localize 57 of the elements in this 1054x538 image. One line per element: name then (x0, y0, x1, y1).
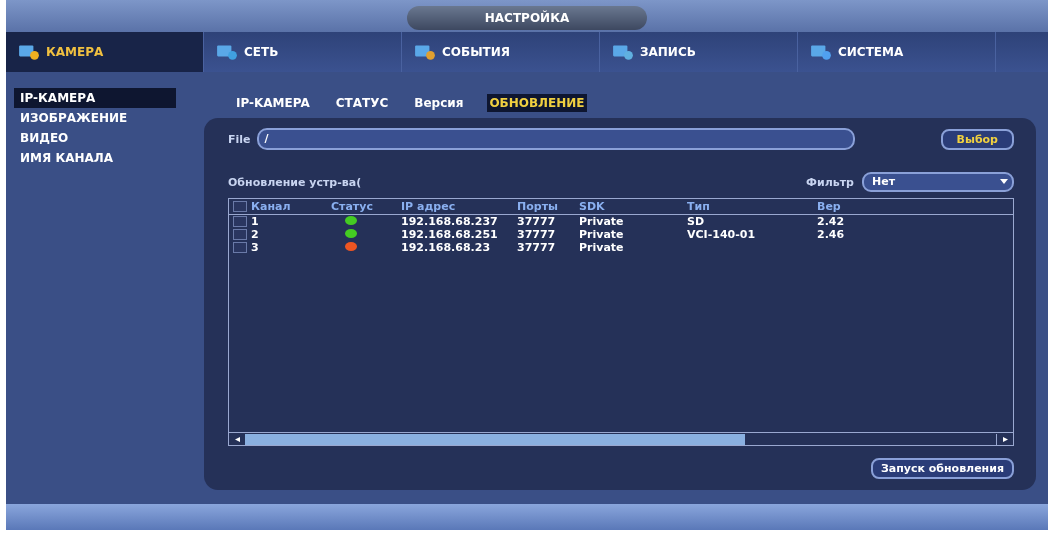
main-tab[interactable]: ЗАПИСЬ (600, 32, 798, 72)
header-checkbox[interactable] (233, 201, 247, 212)
table-cell-text: Private (579, 241, 625, 254)
table-cell: 2.46 (817, 228, 845, 241)
file-path-field[interactable]: / (256, 128, 855, 150)
column-header: Тип (687, 200, 711, 213)
table-cell-text: 37777 (517, 215, 557, 228)
column-header: Порты (517, 200, 559, 213)
table-cell-text: Private (579, 215, 625, 228)
sidebar-item[interactable]: IP-КАМЕРА (14, 88, 176, 108)
column-header: Канал (251, 200, 292, 213)
tab-icon (612, 44, 634, 60)
main-tab[interactable]: СЕТЬ (204, 32, 402, 72)
row-checkbox[interactable] (233, 242, 247, 253)
table-cell-text: 1 (251, 215, 260, 228)
column-header: SDK (579, 200, 606, 213)
main-tab[interactable]: КАМЕРА (6, 32, 204, 72)
column-header: IP адрес (401, 200, 457, 213)
scroll-right-icon[interactable] (1002, 436, 1008, 442)
row-checkbox[interactable] (233, 216, 247, 227)
sidebar-item[interactable]: ВИДЕО (14, 128, 176, 148)
sub-tab[interactable]: СТАТУС (333, 94, 391, 112)
table-cell: VCI-140-01 (687, 228, 756, 241)
table-cell: 2.42 (817, 215, 845, 228)
table-cell-text: 3 (251, 241, 260, 254)
sidebar-item[interactable]: ИМЯ КАНАЛА (14, 148, 176, 168)
caret-icon (1000, 179, 1008, 185)
table-cell-text: Private (579, 228, 625, 241)
sub-tab[interactable]: Версия (412, 94, 466, 112)
table-cell-text: 37777 (517, 228, 557, 241)
file-label: File (228, 132, 251, 146)
window-title: НАСТРОЙКА (407, 6, 647, 30)
sidebar-item[interactable]: ИЗОБРАЖЕНИЕ (14, 108, 176, 128)
row-checkbox[interactable] (233, 229, 247, 240)
select-button[interactable]: Выбор (940, 128, 1014, 150)
sub-tab[interactable]: IP-KAMEPA (234, 94, 312, 112)
start-update-button[interactable]: Запуск обновления (870, 458, 1014, 479)
table-cell-text: 192.168.68.23 (401, 241, 492, 254)
sub-tab[interactable]: ОБНОВЛЕНИЕ (487, 94, 587, 112)
main-tab[interactable]: СОБЫТИЯ (402, 32, 600, 72)
scroll-left-icon[interactable] (234, 436, 240, 442)
tab-icon (810, 44, 832, 60)
tab-icon (18, 44, 40, 60)
tab-icon (216, 44, 238, 60)
filter-dropdown[interactable]: Нет (862, 172, 1014, 192)
table-cell-text: 192.168.68.237 (401, 215, 499, 228)
main-tab[interactable]: СИСТЕМА (798, 32, 996, 72)
filter-label: Фильтр (806, 175, 854, 189)
column-header: Вер (817, 200, 842, 213)
section-title: Обновление устр-ва( (228, 175, 363, 189)
horizontal-scrollbar[interactable] (229, 432, 1013, 445)
column-header: Статус (331, 200, 374, 213)
tab-icon (414, 44, 436, 60)
table-cell-text: 37777 (517, 241, 557, 254)
table-cell-text: 192.168.68.251 (401, 228, 499, 241)
table-cell-text: 2 (251, 228, 260, 241)
table-cell: SD (687, 215, 705, 228)
